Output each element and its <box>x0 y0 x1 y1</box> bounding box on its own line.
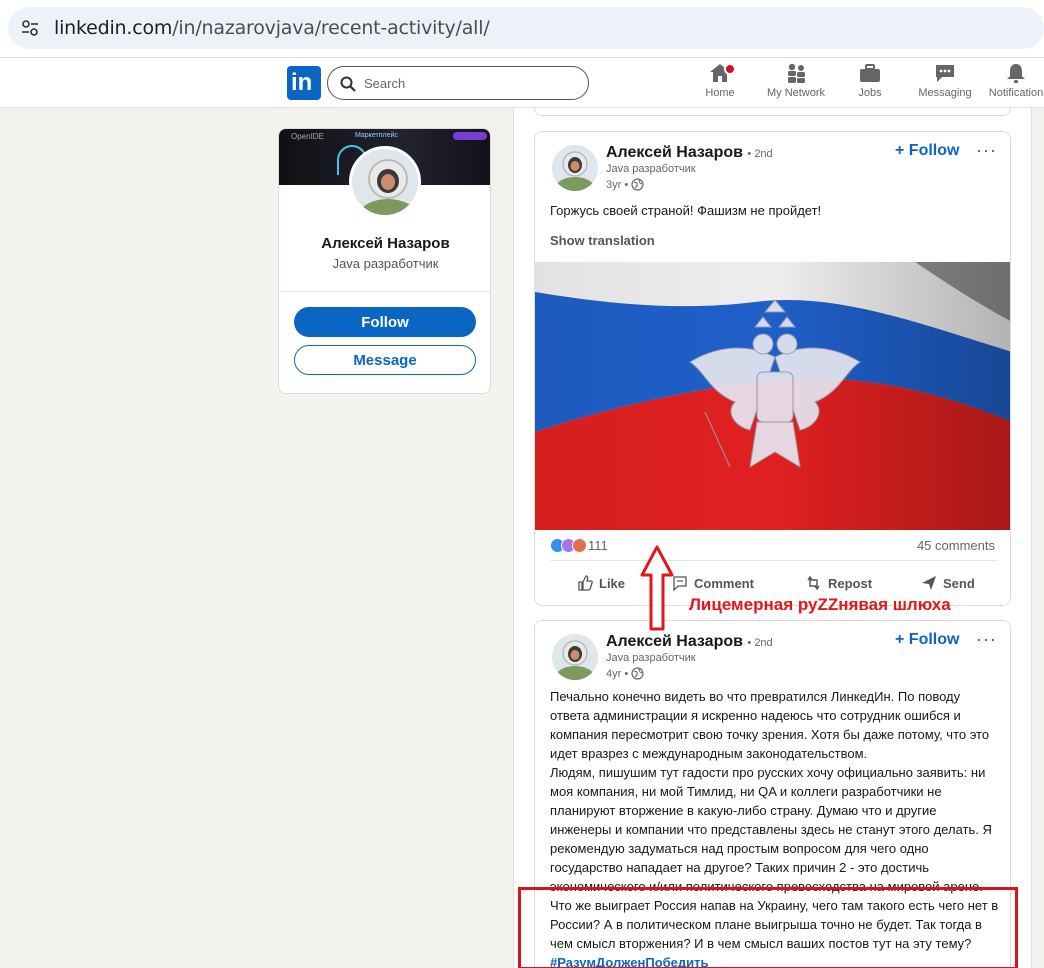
reaction-count: 111 <box>588 538 608 553</box>
send-button[interactable]: Send <box>921 575 975 591</box>
logo-text: in <box>291 69 313 96</box>
connection-degree: • 2nd <box>747 148 773 160</box>
repost-icon <box>807 575 820 591</box>
briefcase-icon <box>860 64 880 82</box>
previous-post-edge <box>534 108 1011 116</box>
send-icon <box>922 576 936 590</box>
url-path: /in/nazarovjava/recent-activity/all/ <box>172 17 490 39</box>
post-meta: 4yr • <box>606 667 644 680</box>
author-name[interactable]: Алексей Назаров • 2nd <box>606 144 773 162</box>
comment-label: Comment <box>694 575 754 591</box>
nav-my-network[interactable]: My Network <box>762 62 830 104</box>
highlight-box-annotation <box>518 887 1018 968</box>
author-avatar[interactable] <box>552 145 598 191</box>
search-icon <box>340 76 356 92</box>
chat-icon <box>936 65 954 82</box>
like-label: Like <box>599 575 626 591</box>
notification-badge <box>724 63 736 75</box>
nav-home[interactable]: Home <box>701 62 739 104</box>
up-arrow-annotation <box>640 545 674 631</box>
comments-count[interactable]: 45 comments <box>917 538 995 553</box>
more-options-icon[interactable]: ··· <box>976 140 997 161</box>
bell-icon <box>1007 64 1025 83</box>
love-reaction-icon <box>572 538 587 553</box>
post-age: 3yr • <box>606 178 629 191</box>
repost-label: Repost <box>828 575 873 591</box>
banner-pill <box>453 132 487 140</box>
reactions-summary[interactable]: 111 <box>550 538 608 553</box>
search-box[interactable] <box>327 66 589 100</box>
nav-my-network-label: My Network <box>766 87 826 99</box>
globe-icon <box>631 178 644 191</box>
nav-jobs-label: Jobs <box>858 87 882 99</box>
author-avatar[interactable] <box>552 634 598 680</box>
browser-toolbar: linkedin.com/in/nazarovjava/recent-activ… <box>0 0 1044 58</box>
divider <box>279 291 490 292</box>
annotation-caption: Лицемерная руZZнявая шлюха <box>689 595 951 614</box>
author-name-text: Алексей Назаров <box>606 633 743 650</box>
like-button[interactable]: Like <box>577 575 625 591</box>
banner-subtitle: Маркетплейс <box>355 132 398 139</box>
people-icon <box>788 63 805 83</box>
nav-notifications-label: Notification <box>988 87 1044 99</box>
banner-title: OpenIDE <box>291 132 324 141</box>
follow-button[interactable]: Follow <box>294 307 476 337</box>
search-input[interactable] <box>364 73 574 93</box>
profile-name: Алексей Назаров <box>321 235 450 252</box>
feed-post: Алексей Назаров • 2nd Java разработчик 3… <box>534 131 1011 606</box>
comment-icon <box>673 576 687 591</box>
nav-messaging-label: Messaging <box>918 87 972 99</box>
post-paragraph: Людям, пишушим тут гадости про русских х… <box>550 765 992 894</box>
profile-avatar[interactable] <box>349 146 421 218</box>
global-nav: in Home My Network Jobs Messaging <box>0 58 1044 108</box>
author-name[interactable]: Алексей Назаров • 2nd <box>606 633 773 651</box>
comment-button[interactable]: Comment <box>672 575 754 591</box>
author-name-text: Алексей Назаров <box>606 144 743 161</box>
send-label: Send <box>943 575 975 591</box>
url-text[interactable]: linkedin.com/in/nazarovjava/recent-activ… <box>54 17 490 39</box>
nav-jobs[interactable]: Jobs <box>856 62 884 104</box>
address-bar[interactable]: linkedin.com/in/nazarovjava/recent-activ… <box>8 7 1044 49</box>
post-image[interactable] <box>535 262 1010 530</box>
post-text: Горжусь своей страной! Фашизм не пройдет… <box>550 203 822 218</box>
nav-notifications[interactable]: Notification <box>988 62 1044 104</box>
author-headline: Java разработчик <box>606 163 696 175</box>
russian-flag-image <box>535 262 1010 530</box>
profile-title: Java разработчик <box>332 256 439 271</box>
post-age: 4yr • <box>606 667 629 680</box>
author-headline: Java разработчик <box>606 652 696 664</box>
thumbs-up-icon <box>578 575 593 591</box>
site-settings-icon[interactable] <box>20 18 40 38</box>
nav-home-label: Home <box>705 87 735 99</box>
more-options-icon[interactable]: ··· <box>976 629 997 650</box>
follow-author-link[interactable]: + Follow <box>895 142 959 160</box>
post-paragraph: Печально конечно видеть во что превратил… <box>550 689 990 761</box>
nav-messaging[interactable]: Messaging <box>916 62 974 104</box>
message-button[interactable]: Message <box>294 345 476 375</box>
post-meta: 3yr • <box>606 178 644 191</box>
globe-icon <box>631 667 644 680</box>
profile-card: OpenIDE Маркетплейс Алексей Назаров Java… <box>278 128 491 394</box>
connection-degree: • 2nd <box>747 637 773 649</box>
reaction-icons <box>550 538 587 553</box>
linkedin-logo[interactable]: in <box>287 66 321 100</box>
show-translation-link[interactable]: Show translation <box>550 233 655 248</box>
follow-author-link[interactable]: + Follow <box>895 631 959 649</box>
actions-divider <box>550 560 997 561</box>
repost-button[interactable]: Repost <box>806 575 872 591</box>
url-host: linkedin.com <box>54 17 173 39</box>
